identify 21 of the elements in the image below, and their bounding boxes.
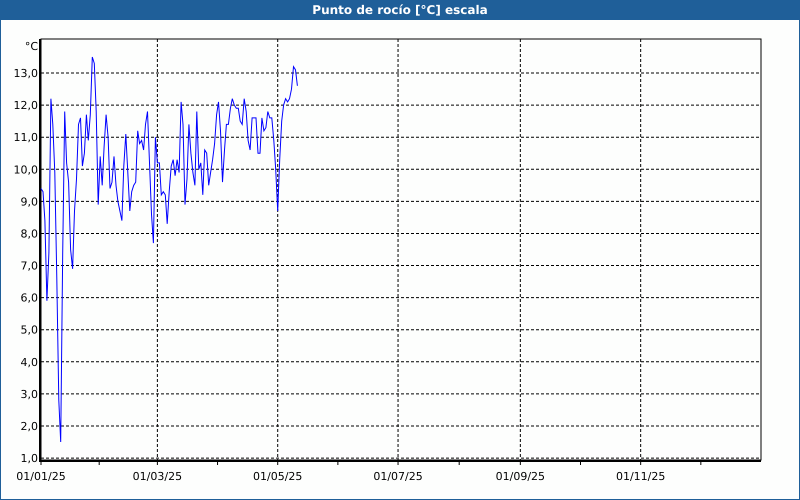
axis-tick-label: 6,0	[20, 292, 38, 305]
axis-tick-label: 01/05/25	[253, 470, 302, 483]
axis-tick-label: 13,0	[14, 67, 38, 80]
axis-tick-label: 9,0	[20, 195, 38, 208]
axis-tick-label: 01/07/25	[373, 470, 423, 483]
axis-tick-label: 3,0	[20, 388, 38, 401]
axis-tick-label: 11,0	[14, 131, 38, 144]
axis-tick-label: 10,0	[14, 163, 38, 176]
axis-tick-label: 8,0	[20, 227, 38, 240]
axis-tick-label: 2,0	[20, 420, 38, 433]
axis-tick-label: 1,0	[20, 452, 38, 466]
window-title: Punto de rocío [°C] escala	[0, 0, 800, 20]
axis-tick-label: 01/09/25	[496, 470, 546, 483]
axis-tick-label: 5,0	[20, 324, 38, 337]
axis-tick-label: 01/01/25	[16, 470, 66, 483]
axis-tick-label: 4,0	[20, 356, 38, 369]
axis-tick-label: 7,0	[20, 260, 38, 273]
axis-tick-label: 01/11/25	[616, 470, 666, 483]
axis-tick-label: 01/03/25	[132, 470, 182, 483]
axis-tick-label: 12,0	[14, 99, 38, 112]
axis-unit-label: °C	[24, 40, 38, 53]
